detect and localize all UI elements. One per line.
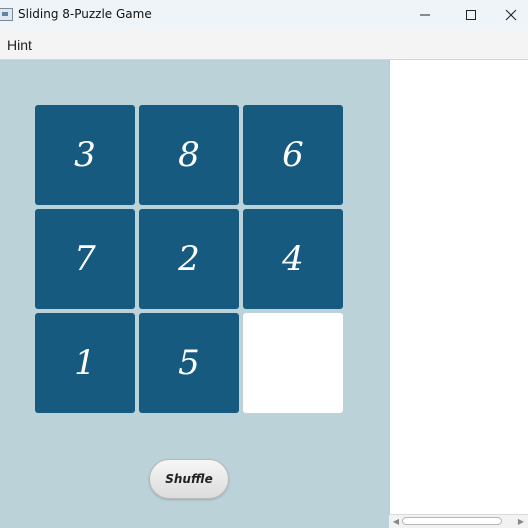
window-title: Sliding 8-Puzzle Game [18, 7, 152, 21]
shuffle-button[interactable]: Shuffle [149, 459, 229, 499]
puzzle-tile[interactable]: 3 [35, 105, 135, 205]
game-board-area: 3 8 6 7 2 4 1 5 [0, 60, 389, 528]
maximize-button[interactable] [448, 0, 494, 30]
empty-tile[interactable] [243, 313, 343, 413]
maximize-icon [466, 10, 476, 20]
side-panel [389, 60, 528, 528]
minimize-button[interactable] [402, 0, 448, 30]
puzzle-tile[interactable]: 4 [243, 209, 343, 309]
puzzle-tile[interactable]: 5 [139, 313, 239, 413]
scrollbar-thumb[interactable] [402, 517, 502, 525]
puzzle-tile[interactable]: 8 [139, 105, 239, 205]
puzzle-tile[interactable]: 1 [35, 313, 135, 413]
scroll-left-icon[interactable]: ◀ [391, 516, 401, 527]
app-icon [0, 8, 13, 21]
menu-bar: Hint [0, 30, 528, 60]
close-button[interactable] [494, 0, 528, 30]
puzzle-tile[interactable]: 7 [35, 209, 135, 309]
scroll-right-icon[interactable]: ▶ [516, 516, 526, 527]
horizontal-scrollbar[interactable]: ◀ ▶ [389, 514, 528, 528]
puzzle-tile[interactable]: 6 [243, 105, 343, 205]
close-icon [505, 9, 517, 21]
title-bar: Sliding 8-Puzzle Game [0, 0, 528, 30]
minimize-icon [420, 14, 430, 16]
menu-item-hint[interactable]: Hint [7, 37, 32, 53]
puzzle-tile[interactable]: 2 [139, 209, 239, 309]
